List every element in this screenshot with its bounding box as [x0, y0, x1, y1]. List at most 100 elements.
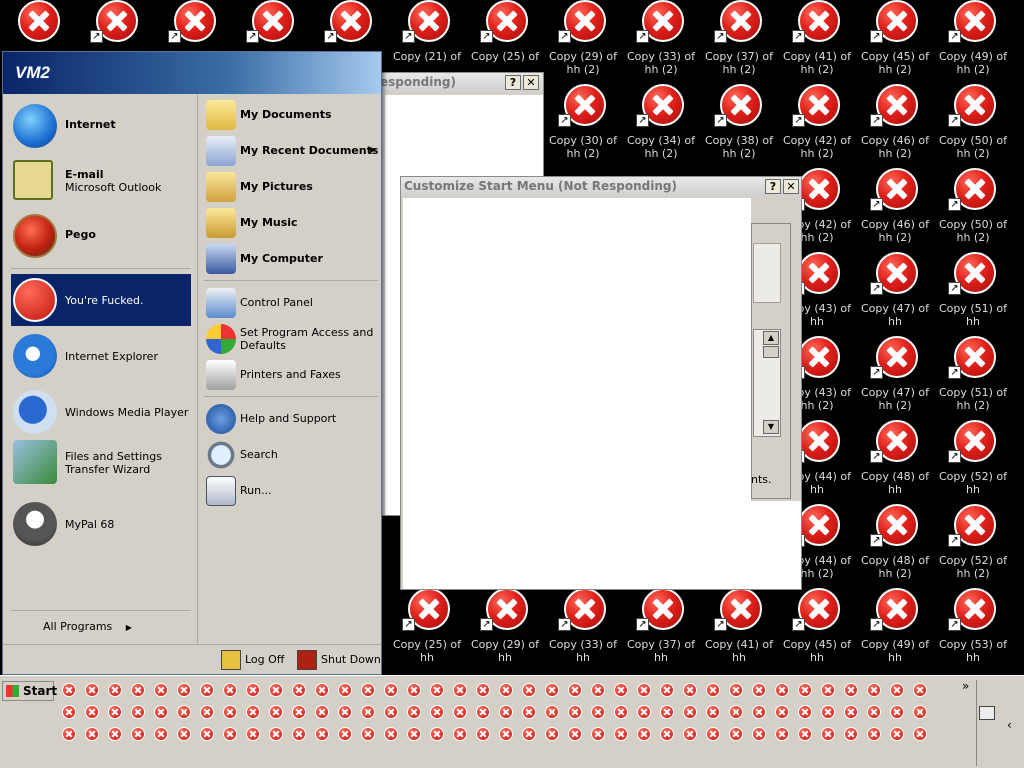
desktop-icon[interactable]: ↗ Copy (33) of hh — [544, 586, 622, 668]
taskbar-button-error-x-icon[interactable] — [890, 683, 904, 697]
right-item-help[interactable]: Help and Support — [204, 402, 378, 436]
taskbar-button-error-x-icon[interactable] — [476, 705, 490, 719]
start-button[interactable]: Start — [2, 681, 57, 701]
taskbar-button-error-x-icon[interactable] — [154, 683, 168, 697]
taskbar-button-error-x-icon[interactable] — [890, 705, 904, 719]
taskbar-button-error-x-icon[interactable] — [683, 683, 697, 697]
taskbar-button-error-x-icon[interactable] — [568, 705, 582, 719]
taskbar-button-error-x-icon[interactable] — [476, 683, 490, 697]
taskbar-button-error-x-icon[interactable] — [246, 727, 260, 741]
taskbar-button-error-x-icon[interactable] — [154, 705, 168, 719]
taskbar-button-error-x-icon[interactable] — [706, 683, 720, 697]
taskbar-button-error-x-icon[interactable] — [913, 727, 927, 741]
taskbar-button-error-x-icon[interactable] — [200, 683, 214, 697]
taskbar-button-error-x-icon[interactable] — [223, 705, 237, 719]
right-item-program-access[interactable]: Set Program Access and Defaults — [204, 322, 378, 358]
taskbar-button-error-x-icon[interactable] — [269, 705, 283, 719]
taskbar-button-error-x-icon[interactable] — [706, 727, 720, 741]
taskbar-button-error-x-icon[interactable] — [614, 683, 628, 697]
taskbar-button-error-x-icon[interactable] — [867, 705, 881, 719]
customize-scroll-down-button[interactable]: ▼ — [763, 420, 779, 434]
customize-scroll-up-button[interactable]: ▲ — [763, 331, 779, 345]
taskbar-button-error-x-icon[interactable] — [476, 727, 490, 741]
taskbar-button-error-x-icon[interactable] — [131, 727, 145, 741]
taskbar-button-error-x-icon[interactable] — [729, 683, 743, 697]
taskbar-button-error-x-icon[interactable] — [499, 705, 513, 719]
customize-start-menu-window[interactable]: Customize Start Menu (Not Responding) ? … — [400, 176, 802, 590]
taskbar-button-error-x-icon[interactable] — [798, 705, 812, 719]
recent-item-youre-fucked[interactable]: You're Fucked. — [11, 274, 191, 326]
taskbar-button-error-x-icon[interactable] — [913, 683, 927, 697]
desktop-icon[interactable]: ↗ Copy (30) of hh (2) — [544, 82, 622, 164]
taskbar-button-error-x-icon[interactable] — [177, 705, 191, 719]
taskbar-button-error-x-icon[interactable] — [798, 727, 812, 741]
taskbar-button-error-x-icon[interactable] — [591, 683, 605, 697]
taskbar-button-error-x-icon[interactable] — [246, 683, 260, 697]
taskbar-button-error-x-icon[interactable] — [269, 727, 283, 741]
taskbar-button-error-x-icon[interactable] — [499, 727, 513, 741]
taskbar-button-error-x-icon[interactable] — [660, 705, 674, 719]
taskbar-button-error-x-icon[interactable] — [361, 705, 375, 719]
taskbar-button-error-x-icon[interactable] — [430, 705, 444, 719]
taskbar-button-error-x-icon[interactable] — [660, 683, 674, 697]
desktop-icon[interactable]: ↗ Copy (37) of hh — [622, 586, 700, 668]
taskbar-button-error-x-icon[interactable] — [223, 727, 237, 741]
taskbar-button-error-x-icon[interactable] — [798, 683, 812, 697]
taskbar-button-error-x-icon[interactable] — [407, 683, 421, 697]
taskbar-button-error-x-icon[interactable] — [177, 727, 191, 741]
shut-down-button[interactable]: Shut Down — [297, 649, 381, 671]
taskbar-button-error-x-icon[interactable] — [85, 727, 99, 741]
desktop-icon[interactable]: ↗ Copy (50) of hh (2) — [934, 82, 1012, 164]
recent-item-internet-explorer[interactable]: Internet Explorer — [11, 330, 191, 382]
pinned-item-email[interactable]: E-mail Microsoft Outlook — [11, 154, 191, 206]
customize-scrollbar-thumb[interactable] — [763, 346, 779, 358]
desktop-icon[interactable]: ↗ Copy (45) of hh (2) — [856, 0, 934, 80]
desktop-icon[interactable]: ↗ Copy (25) of hh — [388, 586, 466, 668]
taskbar-button-error-x-icon[interactable] — [361, 683, 375, 697]
taskbar-button-error-x-icon[interactable] — [338, 683, 352, 697]
taskbar-button-error-x-icon[interactable] — [729, 705, 743, 719]
right-item-my-music[interactable]: My Music — [204, 206, 378, 240]
taskbar-button-error-x-icon[interactable] — [292, 683, 306, 697]
recent-item-transfer-wizard[interactable]: Files and Settings Transfer Wizard — [11, 436, 191, 488]
taskbar-button-error-x-icon[interactable] — [292, 705, 306, 719]
taskbar-button-error-x-icon[interactable] — [591, 705, 605, 719]
taskbar-button-error-x-icon[interactable] — [430, 727, 444, 741]
taskbar-button-error-x-icon[interactable] — [246, 705, 260, 719]
right-item-my-documents[interactable]: My Documents — [204, 98, 378, 132]
back-window-close-button[interactable]: ✕ — [523, 75, 539, 90]
desktop-icon[interactable]: ↗ Copy (41) of hh (2) — [778, 0, 856, 80]
taskbar-button-error-x-icon[interactable] — [453, 683, 467, 697]
taskbar-button-error-x-icon[interactable] — [407, 705, 421, 719]
taskbar-button-error-x-icon[interactable] — [752, 727, 766, 741]
desktop-icon[interactable]: ↗ Copy (50) of hh (2) — [934, 166, 1012, 248]
desktop-icon[interactable]: ↗ Copy (37) of hh (2) — [700, 0, 778, 80]
right-item-run[interactable]: Run... — [204, 474, 378, 508]
desktop-icon[interactable]: ↗ Copy (52) of hh — [934, 418, 1012, 500]
taskbar-button-error-x-icon[interactable] — [384, 683, 398, 697]
desktop-icon[interactable]: ↗ Copy (52) of hh (2) — [934, 502, 1012, 584]
tray-expand-chevron[interactable]: ‹ — [1007, 718, 1012, 732]
taskbar-button-error-x-icon[interactable] — [315, 683, 329, 697]
keyboard-icon[interactable] — [979, 706, 995, 720]
taskbar-button-error-x-icon[interactable] — [844, 727, 858, 741]
taskbar-button-error-x-icon[interactable] — [108, 683, 122, 697]
taskbar-button-error-x-icon[interactable] — [545, 705, 559, 719]
right-item-control-panel[interactable]: Control Panel — [204, 286, 378, 320]
taskbar-button-error-x-icon[interactable] — [384, 705, 398, 719]
taskbar-button-error-x-icon[interactable] — [223, 683, 237, 697]
desktop-icon[interactable]: ↗ Copy (53) of hh — [934, 586, 1012, 668]
taskbar-button-error-x-icon[interactable] — [85, 683, 99, 697]
taskbar-button-error-x-icon[interactable] — [269, 683, 283, 697]
right-item-printers[interactable]: Printers and Faxes — [204, 358, 378, 392]
taskbar-button-error-x-icon[interactable] — [108, 705, 122, 719]
taskbar-button-error-x-icon[interactable] — [637, 683, 651, 697]
taskbar-button-error-x-icon[interactable] — [315, 727, 329, 741]
taskbar-button-error-x-icon[interactable] — [775, 683, 789, 697]
all-programs-button[interactable]: All Programs ▶ — [43, 618, 143, 636]
taskbar-button-error-x-icon[interactable] — [752, 683, 766, 697]
taskbar-button-error-x-icon[interactable] — [545, 683, 559, 697]
desktop-icon[interactable]: ↗ Copy (29) of hh — [466, 586, 544, 668]
desktop-icon[interactable]: ↗ Copy (51) of hh — [934, 250, 1012, 332]
right-item-my-computer[interactable]: My Computer — [204, 242, 378, 276]
